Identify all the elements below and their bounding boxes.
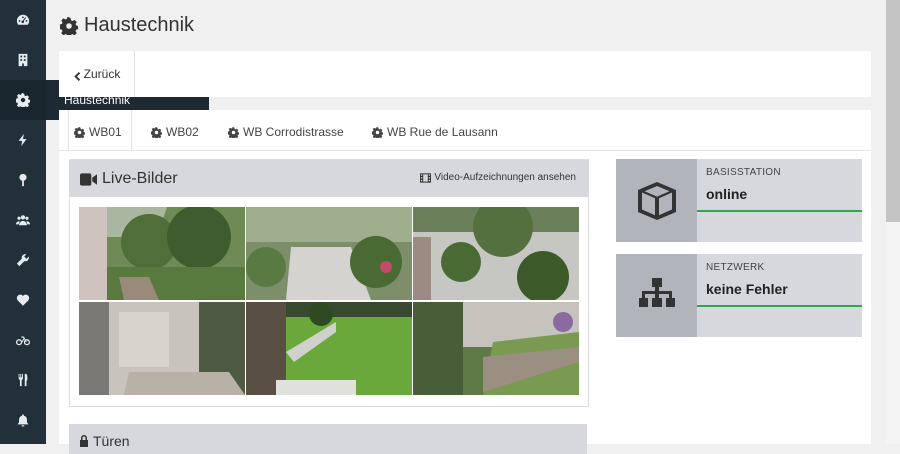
- status-card-icon: [616, 254, 697, 337]
- bell-icon: [17, 414, 29, 427]
- scrollbar[interactable]: [886, 0, 900, 444]
- tab-bar: WB01 WB02 WB Corrodistrasse WB Rue de La…: [59, 110, 871, 151]
- status-card-netzwerk: NETZWERK keine Fehler: [616, 254, 862, 337]
- sitemap-icon: [638, 277, 675, 307]
- sidebar-item-energy[interactable]: [0, 120, 46, 160]
- sidebar-item-gastro[interactable]: [0, 360, 46, 400]
- sidebar-item-users[interactable]: [0, 200, 46, 240]
- gear-icon: [16, 93, 30, 107]
- sidebar-item-haustechnik[interactable]: [0, 80, 46, 120]
- scrollbar-thumb[interactable]: [886, 0, 900, 222]
- back-button[interactable]: Zurück: [59, 51, 135, 97]
- status-card-label: BASISSTATION: [706, 167, 781, 178]
- sidebar-item-health[interactable]: [0, 280, 46, 320]
- building-icon: [18, 53, 28, 67]
- wrench-icon: [16, 254, 29, 267]
- doors-title-text: Türen: [93, 433, 130, 449]
- users-icon: [16, 215, 30, 226]
- live-images-title: Live-Bilder: [80, 170, 178, 188]
- tab-wb-corrodistrasse[interactable]: WB Corrodistrasse: [228, 125, 344, 139]
- camera-feed[interactable]: [246, 207, 412, 300]
- video-recordings-link[interactable]: Video-Aufzeichnungen ansehen: [420, 172, 576, 183]
- status-card-label: NETZWERK: [706, 262, 765, 273]
- status-card-value: keine Fehler: [706, 281, 788, 297]
- back-button-label: Zurück: [83, 67, 121, 81]
- camera-feed[interactable]: [79, 207, 245, 300]
- dashboard-icon: [16, 14, 30, 25]
- camera-grid: [79, 207, 579, 396]
- camera-feed[interactable]: [79, 302, 245, 395]
- sidebar-item-mobility[interactable]: [0, 320, 46, 360]
- video-camera-icon: [80, 172, 97, 186]
- sidebar-item-buildings[interactable]: [0, 40, 46, 80]
- status-card-icon: [616, 159, 697, 242]
- status-ok-line: [697, 305, 862, 307]
- chevron-left-icon: [73, 72, 80, 81]
- gear-icon: [74, 126, 85, 138]
- sidebar-item-location[interactable]: [0, 160, 46, 200]
- film-icon: [420, 172, 432, 183]
- lock-icon: [80, 435, 88, 447]
- camera-feed[interactable]: [246, 302, 412, 395]
- cutlery-icon: [18, 373, 28, 387]
- page-title-text: Haustechnik: [84, 14, 195, 36]
- tab-wb-rue-de-lausann[interactable]: WB Rue de Lausann: [372, 125, 498, 139]
- sidebar-item-alerts[interactable]: [0, 400, 46, 440]
- status-ok-line: [697, 210, 862, 212]
- status-card-basisstation: BASISSTATION online: [616, 159, 862, 242]
- tab-label: WB02: [166, 125, 199, 139]
- live-images-title-text: Live-Bilder: [102, 170, 178, 187]
- heartbeat-icon: [16, 294, 30, 306]
- sidebar-item-dashboard[interactable]: [0, 0, 46, 40]
- back-bar: Zurück: [59, 51, 871, 97]
- gear-icon: [228, 126, 239, 138]
- bicycle-icon: [16, 336, 30, 346]
- tab-label: WB Corrodistrasse: [243, 125, 344, 139]
- sidebar-item-service[interactable]: [0, 240, 46, 280]
- gear-icon: [372, 126, 383, 138]
- camera-feed[interactable]: [413, 207, 579, 300]
- doors-title: Türen: [79, 433, 130, 449]
- pin-icon: [19, 173, 27, 187]
- status-card-value: online: [706, 186, 748, 202]
- live-images-header: Live-Bilder Video-Aufzeichnungen ansehen: [70, 160, 588, 197]
- main-card: WB01 WB02 WB Corrodistrasse WB Rue de La…: [59, 110, 871, 454]
- doors-header: Türen: [69, 424, 587, 454]
- camera-feed[interactable]: [413, 302, 579, 395]
- sidebar: [0, 0, 46, 444]
- bolt-icon: [18, 133, 27, 147]
- gear-icon: [151, 126, 162, 138]
- tab-wb01[interactable]: WB01: [68, 110, 132, 150]
- video-recordings-link-text: Video-Aufzeichnungen ansehen: [434, 172, 576, 183]
- page-title: Haustechnik: [60, 14, 194, 37]
- tab-label: WB Rue de Lausann: [387, 125, 498, 139]
- cube-icon: [637, 181, 676, 220]
- live-images-panel: Live-Bilder Video-Aufzeichnungen ansehen: [69, 159, 589, 407]
- tab-wb02[interactable]: WB02: [151, 125, 199, 139]
- tab-label: WB01: [89, 125, 122, 139]
- gear-icon: [60, 16, 78, 35]
